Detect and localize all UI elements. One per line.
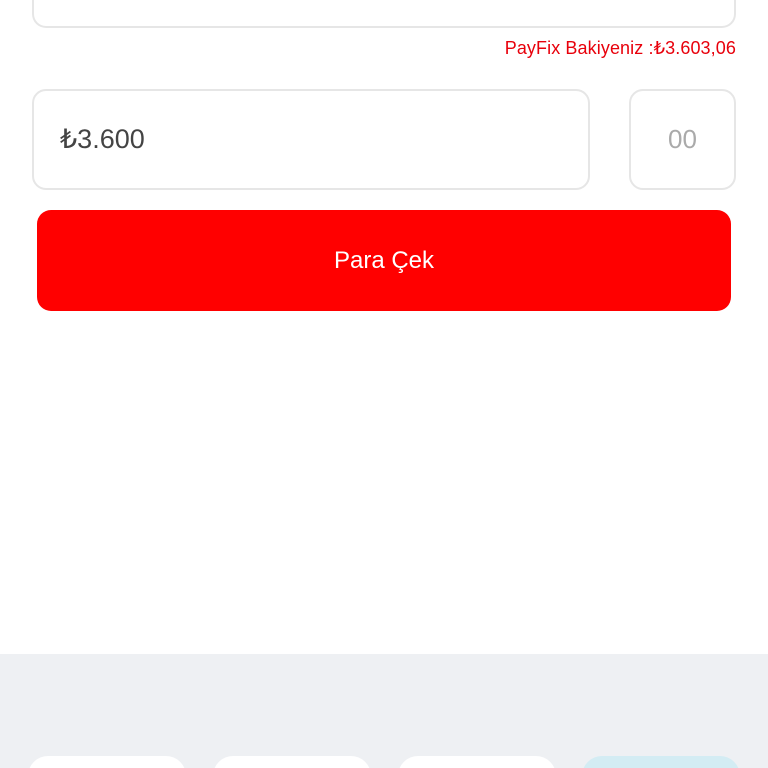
quick-amount-chip[interactable] [28, 756, 186, 768]
amount-input[interactable] [32, 89, 590, 190]
payfix-balance-label: PayFix Bakiyeniz :₺3.603,06 [504, 38, 736, 58]
quick-amount-chip-selected[interactable] [582, 756, 740, 768]
bottom-panel [0, 654, 768, 768]
cents-input[interactable] [629, 89, 736, 190]
withdraw-screen: PayFix Bakiyeniz :₺3.603,06 Para Çek [0, 0, 768, 768]
quick-amount-chip[interactable] [398, 756, 556, 768]
account-field[interactable] [32, 0, 736, 28]
quick-amount-chip[interactable] [213, 756, 371, 768]
withdraw-button[interactable]: Para Çek [37, 210, 731, 311]
